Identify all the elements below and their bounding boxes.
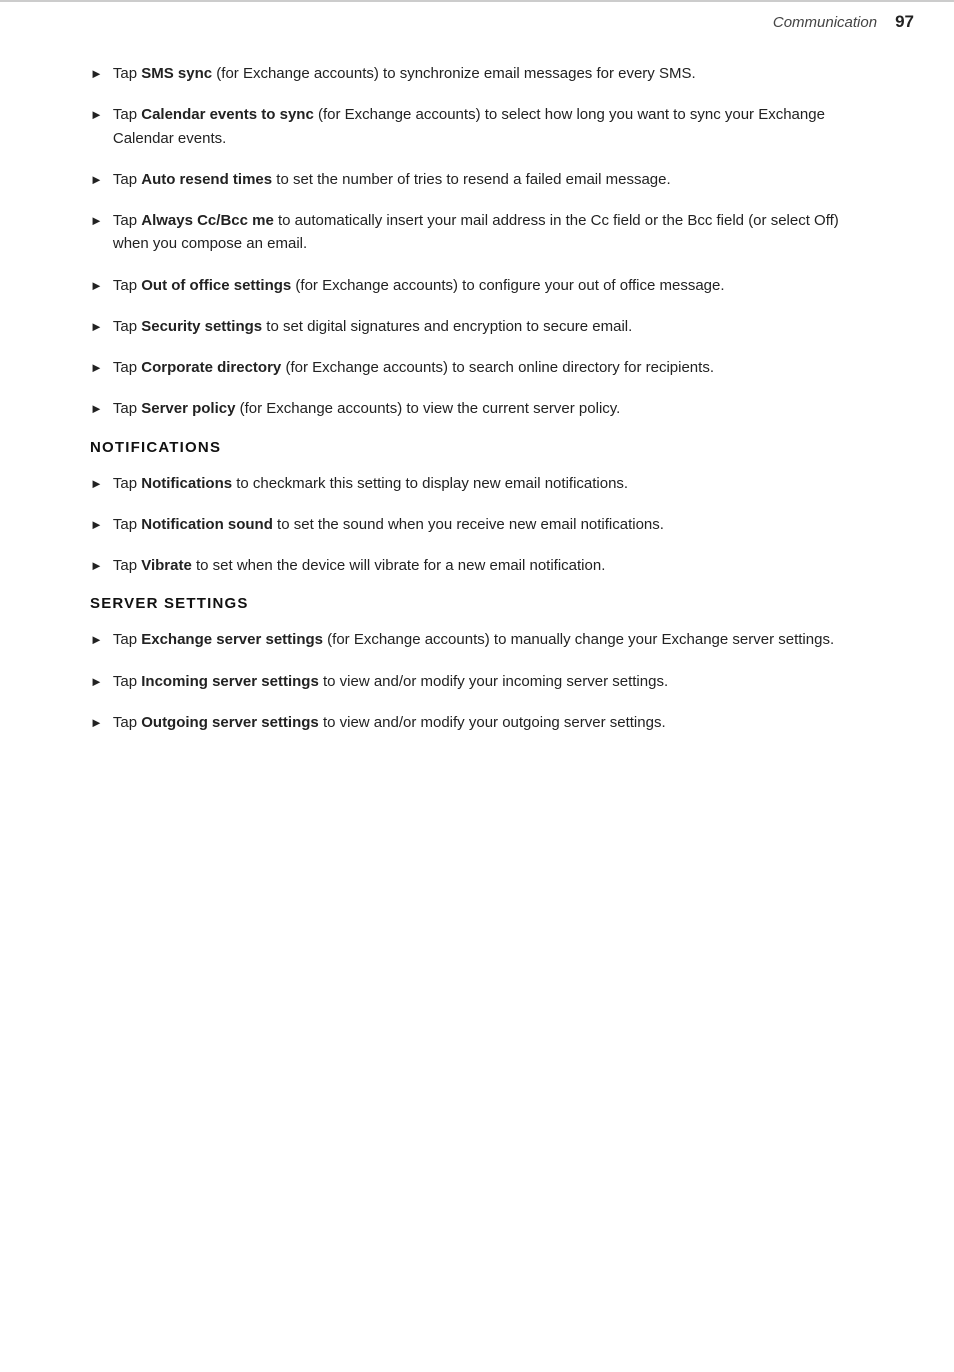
- bold-term: Always Cc/Bcc me: [141, 212, 274, 229]
- bullet-arrow-icon: ►: [90, 64, 103, 84]
- bullet-text: Tap Incoming server settings to view and…: [113, 670, 874, 693]
- tap-prefix: Tap: [113, 318, 141, 335]
- list-item: ► Tap Server policy (for Exchange accoun…: [90, 397, 874, 420]
- bullet-text: Tap Always Cc/Bcc me to automatically in…: [113, 209, 874, 256]
- rest-text: to set digital signatures and encryption…: [262, 318, 632, 335]
- bullet-arrow-icon: ►: [90, 105, 103, 125]
- bullet-arrow-icon: ►: [90, 672, 103, 692]
- bold-term: Notification sound: [141, 516, 273, 533]
- bullet-text: Tap Outgoing server settings to view and…: [113, 711, 874, 734]
- bold-term: Vibrate: [141, 557, 192, 574]
- list-item: ► Tap Auto resend times to set the numbe…: [90, 168, 874, 191]
- server-bullet-list: ► Tap Exchange server settings (for Exch…: [90, 628, 874, 734]
- bullet-text: Tap Security settings to set digital sig…: [113, 315, 874, 338]
- rest-text: (for Exchange accounts) to configure you…: [291, 277, 724, 294]
- bullet-arrow-icon: ►: [90, 211, 103, 231]
- bold-term: SMS sync: [141, 65, 212, 82]
- content-area: ► Tap SMS sync (for Exchange accounts) t…: [0, 32, 954, 792]
- list-item: ► Tap Security settings to set digital s…: [90, 315, 874, 338]
- bold-term: Security settings: [141, 318, 262, 335]
- bullet-arrow-icon: ►: [90, 399, 103, 419]
- tap-prefix: Tap: [113, 171, 141, 188]
- notifications-section: NOTIFICATIONS ► Tap Notifications to che…: [90, 439, 874, 578]
- list-item: ► Tap Vibrate to set when the device wil…: [90, 554, 874, 577]
- list-item: ► Tap Notification sound to set the soun…: [90, 513, 874, 536]
- bullet-text: Tap Corporate directory (for Exchange ac…: [113, 356, 874, 379]
- tap-prefix: Tap: [113, 673, 141, 690]
- bullet-arrow-icon: ►: [90, 713, 103, 733]
- bullet-text: Tap Calendar events to sync (for Exchang…: [113, 103, 874, 150]
- bullet-text: Tap SMS sync (for Exchange accounts) to …: [113, 62, 874, 85]
- server-settings-section: SERVER SETTINGS ► Tap Exchange server se…: [90, 595, 874, 734]
- page-container: Communication 97 ► Tap SMS sync (for Exc…: [0, 0, 954, 1372]
- tap-prefix: Tap: [113, 516, 141, 533]
- rest-text: (for Exchange accounts) to manually chan…: [323, 631, 834, 648]
- notifications-bullet-list: ► Tap Notifications to checkmark this se…: [90, 472, 874, 578]
- tap-prefix: Tap: [113, 65, 141, 82]
- bullet-text: Tap Notifications to checkmark this sett…: [113, 472, 874, 495]
- bullet-text: Tap Vibrate to set when the device will …: [113, 554, 874, 577]
- rest-text: to view and/or modify your incoming serv…: [319, 673, 668, 690]
- bold-term: Incoming server settings: [141, 673, 319, 690]
- rest-text: to set the sound when you receive new em…: [273, 516, 664, 533]
- list-item: ► Tap Notifications to checkmark this se…: [90, 472, 874, 495]
- list-item: ► Tap Incoming server settings to view a…: [90, 670, 874, 693]
- bold-term: Auto resend times: [141, 171, 272, 188]
- main-bullet-list: ► Tap SMS sync (for Exchange accounts) t…: [90, 62, 874, 421]
- bullet-arrow-icon: ►: [90, 276, 103, 296]
- rest-text: to checkmark this setting to display new…: [232, 475, 628, 492]
- bold-term: Outgoing server settings: [141, 714, 319, 731]
- tap-prefix: Tap: [113, 631, 141, 648]
- tap-prefix: Tap: [113, 714, 141, 731]
- bullet-text: Tap Out of office settings (for Exchange…: [113, 274, 874, 297]
- bullet-arrow-icon: ►: [90, 170, 103, 190]
- bullet-arrow-icon: ►: [90, 556, 103, 576]
- bullet-text: Tap Auto resend times to set the number …: [113, 168, 874, 191]
- page-number: 97: [895, 12, 914, 32]
- bullet-arrow-icon: ►: [90, 515, 103, 535]
- bold-term: Server policy: [141, 400, 235, 417]
- rest-text: (for Exchange accounts) to search online…: [281, 359, 714, 376]
- tap-prefix: Tap: [113, 400, 141, 417]
- tap-prefix: Tap: [113, 475, 141, 492]
- rest-text: to view and/or modify your outgoing serv…: [319, 714, 666, 731]
- chapter-title: Communication: [773, 14, 877, 31]
- tap-prefix: Tap: [113, 106, 141, 123]
- bold-term: Exchange server settings: [141, 631, 323, 648]
- bold-term: Corporate directory: [141, 359, 281, 376]
- tap-prefix: Tap: [113, 359, 141, 376]
- bullet-text: Tap Server policy (for Exchange accounts…: [113, 397, 874, 420]
- list-item: ► Tap SMS sync (for Exchange accounts) t…: [90, 62, 874, 85]
- list-item: ► Tap Exchange server settings (for Exch…: [90, 628, 874, 651]
- bullet-arrow-icon: ►: [90, 474, 103, 494]
- list-item: ► Tap Corporate directory (for Exchange …: [90, 356, 874, 379]
- bullet-arrow-icon: ►: [90, 358, 103, 378]
- list-item: ► Tap Out of office settings (for Exchan…: [90, 274, 874, 297]
- list-item: ► Tap Outgoing server settings to view a…: [90, 711, 874, 734]
- bullet-arrow-icon: ►: [90, 317, 103, 337]
- rest-text: to set the number of tries to resend a f…: [272, 171, 671, 188]
- tap-prefix: Tap: [113, 212, 141, 229]
- header-row: Communication 97: [0, 2, 954, 32]
- bold-term: Notifications: [141, 475, 232, 492]
- bold-term: Out of office settings: [141, 277, 291, 294]
- bullet-text: Tap Exchange server settings (for Exchan…: [113, 628, 874, 651]
- notifications-heading: NOTIFICATIONS: [90, 439, 874, 456]
- tap-prefix: Tap: [113, 277, 141, 294]
- tap-prefix: Tap: [113, 557, 141, 574]
- bullet-arrow-icon: ►: [90, 630, 103, 650]
- rest-text: (for Exchange accounts) to view the curr…: [235, 400, 620, 417]
- bold-term: Calendar events to sync: [141, 106, 314, 123]
- list-item: ► Tap Always Cc/Bcc me to automatically …: [90, 209, 874, 256]
- server-settings-heading: SERVER SETTINGS: [90, 595, 874, 612]
- rest-text: (for Exchange accounts) to synchronize e…: [212, 65, 696, 82]
- bullet-text: Tap Notification sound to set the sound …: [113, 513, 874, 536]
- rest-text: to set when the device will vibrate for …: [192, 557, 606, 574]
- list-item: ► Tap Calendar events to sync (for Excha…: [90, 103, 874, 150]
